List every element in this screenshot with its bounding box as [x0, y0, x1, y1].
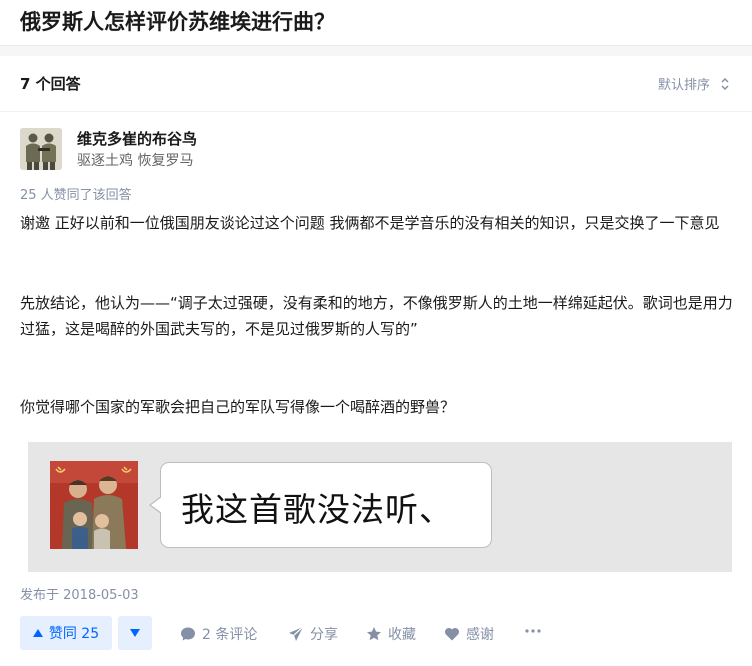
comments-label: 2 条评论 [202, 627, 258, 643]
share-label: 分享 [310, 627, 338, 643]
answer-paragraph: 你觉得哪个国家的军歌会把自己的军队写得像一个喝醉酒的野兽？ [20, 398, 456, 416]
collect-label: 收藏 [388, 627, 416, 643]
speech-bubble-text: 我这首歌没法听、 [181, 490, 453, 529]
speech-bubble: 我这首歌没法听、 [149, 462, 492, 548]
triangle-up-icon [32, 629, 43, 637]
thanks-button[interactable]: 感谢 [444, 624, 494, 644]
comment-icon [181, 627, 195, 641]
author-avatar[interactable] [20, 128, 62, 170]
star-icon [367, 627, 381, 641]
author-name[interactable]: 维克多崔的布谷鸟 [77, 128, 197, 149]
action-bar: 赞同 25 2 条评论 分享 收藏 感谢 [20, 614, 732, 654]
share-icon [289, 626, 304, 641]
sort-dropdown[interactable]: 默认排序 [658, 74, 730, 93]
share-button[interactable]: 分享 [288, 624, 338, 644]
upvote-button[interactable]: 赞同 25 [20, 616, 112, 650]
vote-count-text[interactable]: 25 人赞同了该回答 [20, 184, 132, 203]
collect-button[interactable]: 收藏 [366, 624, 416, 644]
upvote-label: 赞同 25 [48, 626, 100, 642]
author-info: 维克多崔的布谷鸟 驱逐土鸡 恢复罗马 [20, 126, 720, 174]
answer-count: 7 个回答 [20, 75, 81, 93]
soviet-poster-image [50, 461, 138, 549]
answer-paragraph: 先放结论，他认为——“调子太过强硬，没有柔和的地方，不像俄罗斯人的土地一样绵延起… [20, 294, 733, 338]
publish-date[interactable]: 发布于 2018-05-03 [20, 584, 139, 603]
more-button[interactable] [524, 622, 542, 640]
answers-bar: 7 个回答 默认排序 [0, 56, 752, 112]
sort-switch-icon [721, 77, 729, 90]
more-dots-icon [525, 629, 541, 633]
question-title[interactable]: 俄罗斯人怎样评价苏维埃进行曲？ [20, 6, 335, 36]
sort-label: 默认排序 [657, 78, 710, 93]
heart-icon [445, 627, 459, 641]
meme-image[interactable]: 我这首歌没法听、 [28, 442, 732, 572]
thanks-label: 感谢 [466, 627, 494, 643]
question-header: 俄罗斯人怎样评价苏维埃进行曲？ [0, 0, 752, 46]
answer-paragraph: 谢邀 正好以前和一位俄国朋友谈论过这个问题 我俩都不是学音乐的没有相关的知识，只… [20, 214, 720, 232]
answer-card: 7 个回答 默认排序 维克多崔的布谷鸟 驱逐土鸡 恢复罗马 25 人赞同了该回答… [0, 56, 752, 666]
downvote-button[interactable] [118, 616, 152, 650]
triangle-down-icon [130, 629, 140, 637]
comments-button[interactable]: 2 条评论 [180, 624, 257, 644]
author-bio: 驱逐土鸡 恢复罗马 [77, 153, 194, 169]
